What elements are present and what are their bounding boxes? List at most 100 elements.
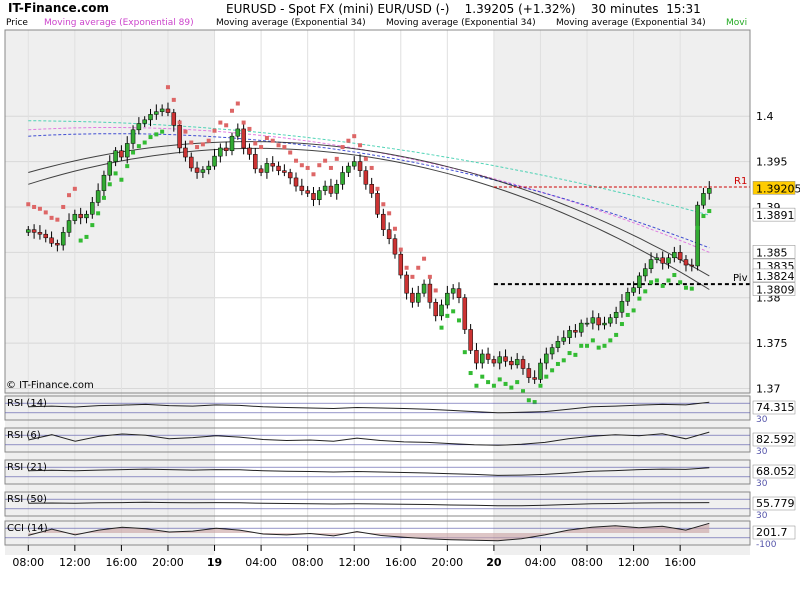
time-label: 15:31 xyxy=(666,2,701,16)
candle-up xyxy=(602,322,607,326)
candle-down xyxy=(189,156,194,169)
candle-down xyxy=(689,264,695,267)
candle-up xyxy=(95,190,101,203)
candle-up xyxy=(334,184,340,194)
candle-down xyxy=(49,237,54,244)
candle-down xyxy=(427,283,433,303)
candle-up xyxy=(707,188,712,194)
candle-down xyxy=(375,193,380,215)
candle-up xyxy=(538,362,543,380)
candle-down xyxy=(171,112,177,126)
sar-dot xyxy=(264,135,269,140)
site-brand[interactable]: IT-Finance.com xyxy=(8,1,109,15)
candle-down xyxy=(509,360,514,366)
time-tick-label: 04:00 xyxy=(525,556,557,569)
sar-dot xyxy=(654,278,659,283)
sar-dot xyxy=(299,163,304,168)
sar-dot xyxy=(480,374,485,379)
indicator-value: 55.779 xyxy=(756,497,795,510)
candle-up xyxy=(514,359,520,366)
sar-dot xyxy=(422,256,427,261)
candle-up xyxy=(625,292,631,302)
sar-dot xyxy=(171,97,176,102)
candle-down xyxy=(369,184,374,194)
candle-down xyxy=(532,377,537,380)
price-label-text: 1.3891 xyxy=(756,209,795,222)
sar-dot xyxy=(392,226,397,231)
sar-dot xyxy=(660,283,665,288)
sar-dot xyxy=(282,145,287,150)
indicator-title: RSI (14) xyxy=(7,398,47,409)
sar-dot xyxy=(468,371,473,376)
indicator-value: 68.052 xyxy=(756,465,795,478)
candle-down xyxy=(258,168,264,173)
sar-dot xyxy=(643,289,648,294)
candle-down xyxy=(357,161,363,171)
sar-dot xyxy=(218,120,223,125)
sar-dot xyxy=(509,385,514,390)
sar-dot xyxy=(550,368,555,373)
time-tick-label: 04:00 xyxy=(245,556,277,569)
sar-dot xyxy=(125,164,130,169)
legend-price: Price xyxy=(6,18,28,28)
candle-up xyxy=(637,275,642,288)
sar-dot xyxy=(427,274,432,279)
candle-up xyxy=(648,259,654,269)
sar-dot xyxy=(270,138,275,143)
candle-down xyxy=(183,147,188,158)
candle-down xyxy=(287,172,293,179)
time-tick-label: 12:00 xyxy=(618,556,650,569)
chart-canvas: 1.41.3951.391.3851.381.3751.37R1Piv1.392… xyxy=(4,29,800,569)
sar-dot xyxy=(579,343,584,348)
candle-down xyxy=(282,170,287,173)
sar-dot xyxy=(602,343,607,348)
candle-up xyxy=(613,311,619,318)
sar-dot xyxy=(695,225,700,230)
candle-down xyxy=(596,317,601,326)
sar-dot xyxy=(567,351,572,356)
legend-ema34-d: Movi xyxy=(726,18,748,28)
candle-up xyxy=(66,220,72,233)
candle-down xyxy=(293,177,299,187)
candle-up xyxy=(450,288,456,294)
day-marker-label: 19 xyxy=(207,556,222,569)
candle-down xyxy=(305,190,310,194)
candle-down xyxy=(526,368,532,378)
candle-down xyxy=(241,128,246,149)
sar-dot xyxy=(608,338,613,343)
candle-up xyxy=(142,119,147,124)
sar-dot xyxy=(340,145,345,150)
sar-dot xyxy=(404,265,409,270)
candle-down xyxy=(276,165,281,171)
sar-dot xyxy=(55,217,60,222)
candle-up xyxy=(218,147,223,157)
sar-dot xyxy=(67,193,72,198)
sar-dot xyxy=(206,138,211,143)
candle-down xyxy=(433,302,438,317)
sar-dot xyxy=(142,140,147,145)
candle-down xyxy=(677,252,683,260)
sar-dot xyxy=(113,171,118,176)
candle-down xyxy=(398,253,404,276)
sar-dot xyxy=(375,186,380,191)
sar-dot xyxy=(625,312,630,317)
sar-dot xyxy=(229,108,234,113)
candle-up xyxy=(695,204,700,267)
sar-dot xyxy=(72,186,77,191)
candle-up xyxy=(439,304,444,317)
candle-up xyxy=(415,292,421,303)
sar-dot xyxy=(241,120,246,125)
candle-up xyxy=(229,135,235,151)
candle-up xyxy=(672,252,677,259)
candle-up xyxy=(148,114,153,121)
candle-up xyxy=(340,172,345,185)
sar-dot xyxy=(26,202,31,207)
sar-dot xyxy=(96,211,101,216)
candle-up xyxy=(445,292,450,306)
candle-down xyxy=(328,185,334,194)
price-label-text: 1.3824 xyxy=(756,270,795,283)
sar-dot xyxy=(288,150,293,155)
indicator-level-label: 30 xyxy=(756,447,768,457)
chart-legend: Price Moving average (Exponential 89) Mo… xyxy=(0,18,750,30)
chart-title: EURUSD - Spot FX (mini) EUR/USD (-) 1.39… xyxy=(226,2,701,16)
